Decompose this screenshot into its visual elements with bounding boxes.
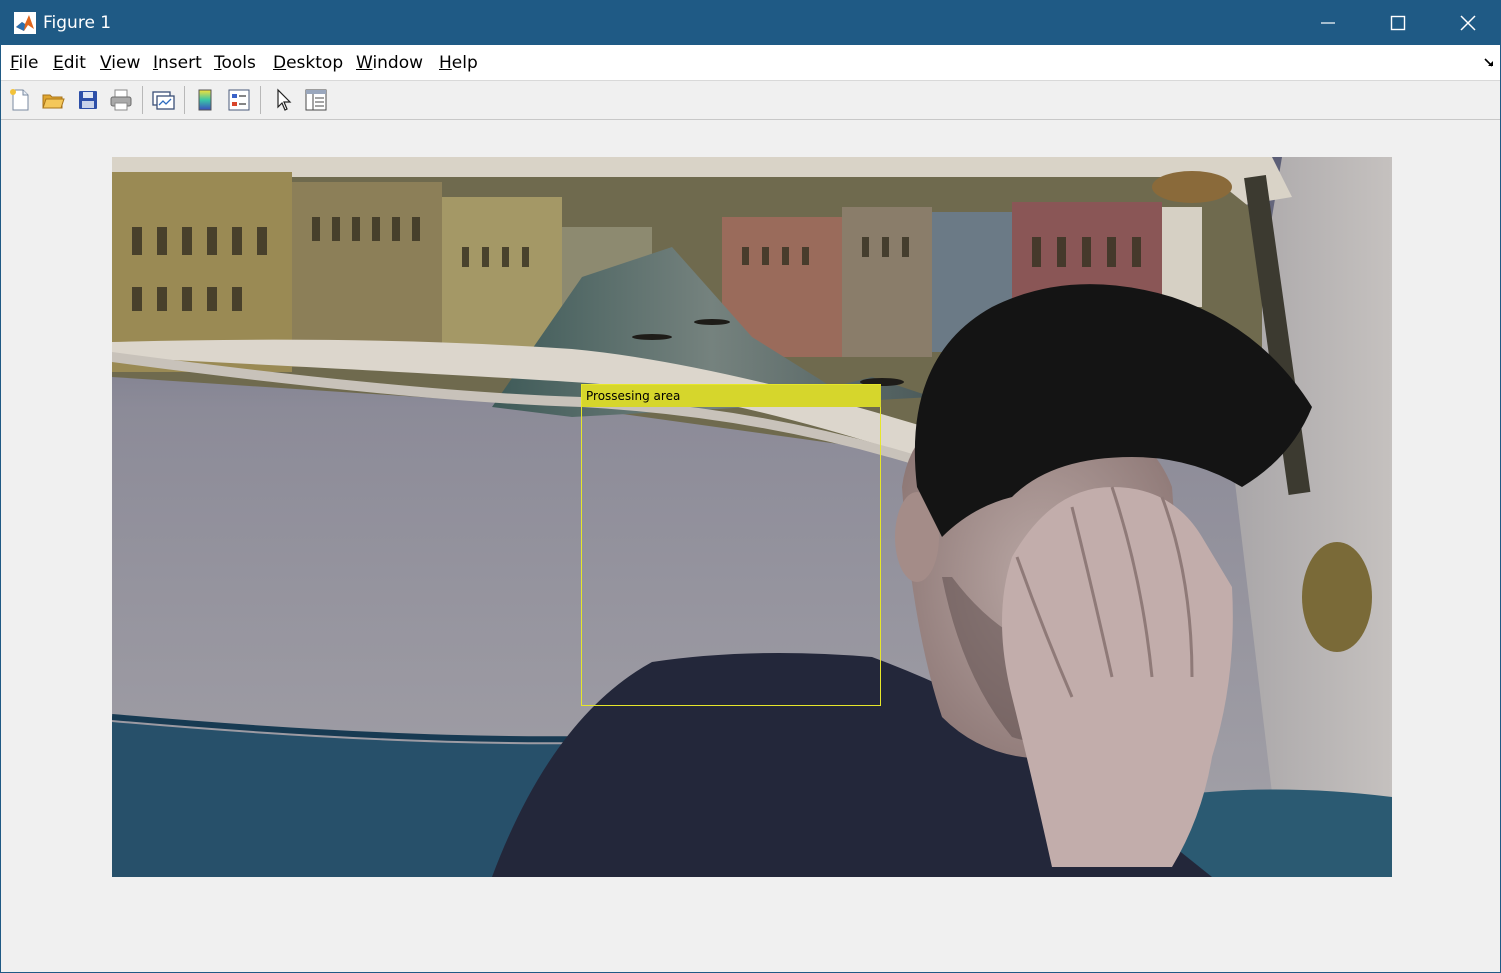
menu-desktop[interactable]: Desktop bbox=[273, 53, 343, 73]
insert-colorbar-button[interactable] bbox=[192, 87, 218, 113]
menu-help[interactable]: Help bbox=[439, 53, 478, 73]
save-figure-button[interactable] bbox=[75, 87, 101, 113]
matlab-logo-icon bbox=[14, 12, 36, 34]
dock-figure-icon[interactable] bbox=[1483, 55, 1497, 69]
window-title: Figure 1 bbox=[43, 13, 112, 33]
edit-plot-button[interactable] bbox=[270, 87, 296, 113]
menu-window[interactable]: Window bbox=[356, 53, 423, 73]
title-bar[interactable]: Figure 1 bbox=[1, 1, 1500, 45]
insert-legend-button[interactable] bbox=[226, 87, 252, 113]
menu-label: dit bbox=[63, 53, 86, 73]
save-figure-icon bbox=[79, 91, 97, 109]
processing-area-roi[interactable]: Prossesing area bbox=[581, 384, 881, 706]
menu-label: nsert bbox=[158, 53, 202, 73]
menu-label: esktop bbox=[286, 53, 344, 73]
toolbar-separator bbox=[260, 86, 261, 114]
image-axes[interactable]: Prossesing area bbox=[112, 157, 1392, 877]
menu-label: ools bbox=[221, 53, 256, 73]
minimize-button[interactable] bbox=[1293, 1, 1363, 45]
menu-mnemonic: T bbox=[214, 53, 222, 73]
figure-toolbar bbox=[1, 81, 1500, 120]
menu-label: ile bbox=[18, 53, 39, 73]
new-figure-icon bbox=[10, 89, 29, 111]
menu-edit[interactable]: Edit bbox=[53, 53, 86, 73]
roi-label: Prossesing area bbox=[582, 385, 881, 407]
minimize-icon bbox=[1321, 22, 1335, 24]
property-inspector-icon bbox=[305, 89, 327, 111]
close-icon bbox=[1460, 15, 1476, 31]
menu-label: iew bbox=[111, 53, 141, 73]
menu-mnemonic: E bbox=[53, 53, 64, 73]
menu-label: elp bbox=[451, 53, 478, 73]
toolbar-separator bbox=[142, 86, 143, 114]
menu-mnemonic: W bbox=[356, 53, 373, 73]
close-button[interactable] bbox=[1433, 1, 1500, 45]
insert-legend-icon bbox=[228, 89, 250, 111]
maximize-icon bbox=[1390, 15, 1406, 31]
menu-mnemonic: F bbox=[10, 53, 19, 73]
edit-plot-icon bbox=[277, 88, 292, 111]
maximize-button[interactable] bbox=[1363, 1, 1433, 45]
menu-tools[interactable]: Tools bbox=[214, 53, 256, 73]
open-file-icon bbox=[42, 94, 65, 109]
menu-mnemonic: H bbox=[439, 53, 452, 73]
new-figure-button[interactable] bbox=[7, 87, 33, 113]
menu-view[interactable]: View bbox=[100, 53, 140, 73]
menu-bar: File Edit View Insert Tools Desktop Wind… bbox=[1, 45, 1500, 81]
link-plot-button[interactable] bbox=[150, 87, 176, 113]
open-file-button[interactable] bbox=[40, 87, 66, 113]
menu-file[interactable]: File bbox=[10, 53, 38, 73]
menu-label: indow bbox=[372, 53, 424, 73]
figure-window: Figure 1 File Edit View Insert Tools Des… bbox=[0, 0, 1501, 973]
menu-mnemonic: V bbox=[100, 53, 112, 73]
print-figure-button[interactable] bbox=[108, 87, 134, 113]
insert-colorbar-icon bbox=[198, 89, 212, 111]
menu-mnemonic: D bbox=[273, 53, 287, 73]
link-plot-icon bbox=[152, 91, 175, 110]
menu-insert[interactable]: Insert bbox=[153, 53, 202, 73]
print-figure-icon bbox=[110, 89, 132, 111]
toolbar-separator bbox=[184, 86, 185, 114]
property-inspector-button[interactable] bbox=[303, 87, 329, 113]
